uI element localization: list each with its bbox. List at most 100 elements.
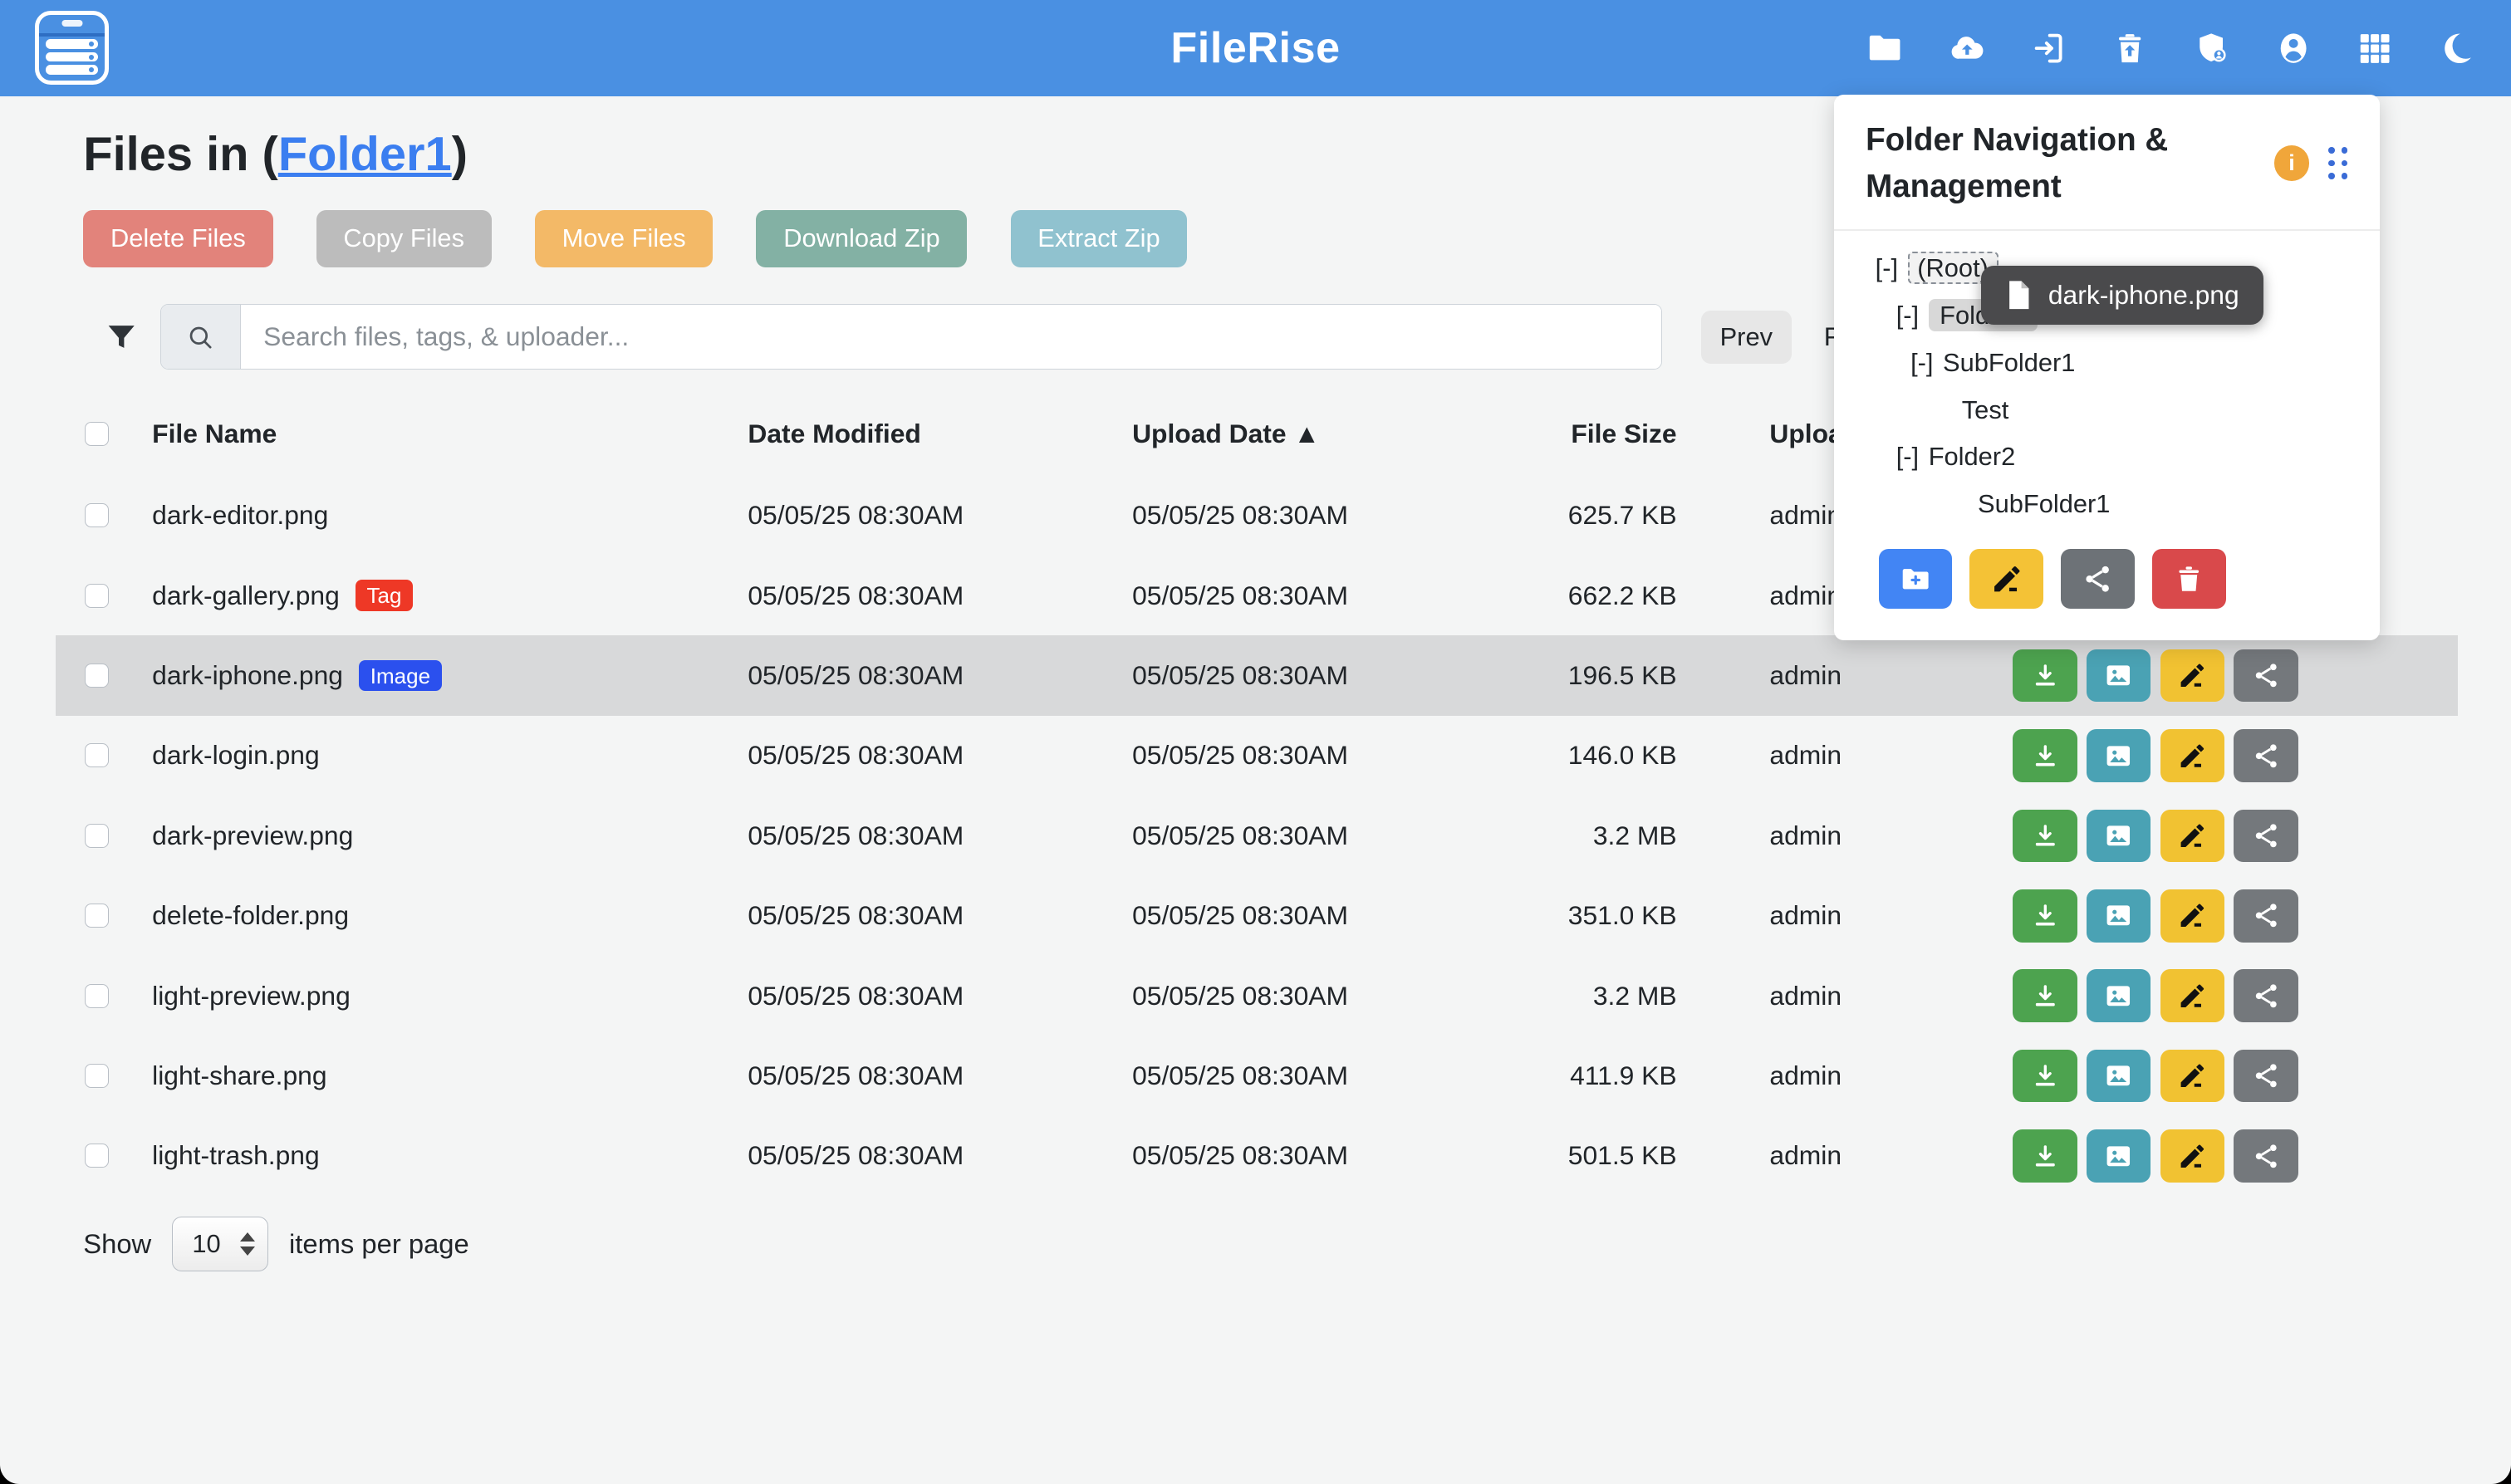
table-row[interactable]: light-share.png 05/05/25 08:30AM 05/05/2… xyxy=(56,1036,2458,1115)
search-input[interactable] xyxy=(241,305,1661,369)
table-row-selected[interactable]: dark-iphone.pngImage 05/05/25 08:30AM 05… xyxy=(56,635,2458,715)
download-button[interactable] xyxy=(2013,810,2077,863)
tree-label[interactable]: Folder2 xyxy=(1929,442,2016,471)
download-button[interactable] xyxy=(2013,649,2077,703)
table-row[interactable]: light-trash.png 05/05/25 08:30AM 05/05/2… xyxy=(56,1116,2458,1196)
preview-image-button[interactable] xyxy=(2087,810,2151,863)
tree-item-test[interactable]: Test xyxy=(1866,387,2347,434)
row-checkbox[interactable] xyxy=(85,743,109,767)
preview-image-button[interactable] xyxy=(2087,729,2151,782)
search-input-group xyxy=(160,304,1662,370)
rename-button[interactable] xyxy=(2160,649,2224,703)
table-row[interactable]: dark-preview.png 05/05/25 08:30AM 05/05/… xyxy=(56,796,2458,875)
download-button[interactable] xyxy=(2013,969,2077,1022)
tree-toggle[interactable]: [-] xyxy=(1896,301,1919,330)
cloud-upload-icon[interactable] xyxy=(1948,29,1986,67)
user-icon[interactable] xyxy=(2274,29,2312,67)
table-row[interactable]: dark-login.png 05/05/25 08:30AM 05/05/25… xyxy=(56,716,2458,796)
tree-item-subfolder1-2[interactable]: SubFolder1 xyxy=(1866,481,2347,528)
share-button[interactable] xyxy=(2234,810,2298,863)
logo-bar xyxy=(46,52,98,62)
rename-button[interactable] xyxy=(2160,889,2224,943)
rename-button[interactable] xyxy=(2160,729,2224,782)
tree-label[interactable]: SubFolder1 xyxy=(1943,348,2075,377)
preview-image-button[interactable] xyxy=(2087,1050,2151,1103)
row-checkbox[interactable] xyxy=(85,984,109,1008)
logo-slot xyxy=(61,20,82,27)
date-modified: 05/05/25 08:30AM xyxy=(748,1140,1132,1171)
dark-mode-moon-icon[interactable] xyxy=(2437,29,2475,67)
row-checkbox[interactable] xyxy=(85,904,109,928)
sign-in-icon[interactable] xyxy=(2029,29,2067,67)
folder-icon[interactable] xyxy=(1866,29,1904,67)
share-button[interactable] xyxy=(2234,969,2298,1022)
rename-button[interactable] xyxy=(2160,1129,2224,1183)
share-button[interactable] xyxy=(2234,729,2298,782)
row-checkbox[interactable] xyxy=(85,1064,109,1088)
filerise-logo-menu-button[interactable] xyxy=(35,11,109,85)
share-button[interactable] xyxy=(2234,649,2298,703)
tree-item-subfolder1[interactable]: [-] SubFolder1 xyxy=(1866,340,2347,387)
filter-funnel-icon[interactable] xyxy=(104,320,139,355)
table-row[interactable]: delete-folder.png 05/05/25 08:30AM 05/05… xyxy=(56,876,2458,956)
table-row[interactable]: light-preview.png 05/05/25 08:30AM 05/05… xyxy=(56,956,2458,1036)
copy-files-button[interactable]: Copy Files xyxy=(316,210,492,267)
row-checkbox[interactable] xyxy=(85,664,109,688)
share-button[interactable] xyxy=(2234,1050,2298,1103)
preview-image-button[interactable] xyxy=(2087,889,2151,943)
grid-icon[interactable] xyxy=(2356,29,2394,67)
items-per-page-select[interactable]: 10 xyxy=(172,1217,268,1271)
tree-toggle[interactable]: [-] xyxy=(1910,348,1933,377)
prev-page-button[interactable]: Prev xyxy=(1701,311,1793,364)
rename-folder-button[interactable] xyxy=(1969,549,2043,608)
column-header-file-size[interactable]: File Size xyxy=(1517,419,1677,449)
info-icon[interactable]: i xyxy=(2274,145,2309,180)
download-button[interactable] xyxy=(2013,889,2077,943)
column-header-file-name[interactable]: File Name xyxy=(152,419,748,449)
download-button[interactable] xyxy=(2013,1129,2077,1183)
tree-toggle[interactable]: [-] xyxy=(1876,253,1898,282)
row-checkbox[interactable] xyxy=(85,1144,109,1168)
download-button[interactable] xyxy=(2013,729,2077,782)
file-name: light-trash.png xyxy=(152,1140,320,1171)
current-folder-link[interactable]: Folder1 xyxy=(278,128,452,181)
share-button[interactable] xyxy=(2234,889,2298,943)
row-checkbox[interactable] xyxy=(85,824,109,848)
move-files-button[interactable]: Move Files xyxy=(535,210,714,267)
share-button[interactable] xyxy=(2234,1129,2298,1183)
column-header-date-modified[interactable]: Date Modified xyxy=(748,419,1132,449)
upload-date: 05/05/25 08:30AM xyxy=(1132,740,1517,771)
select-all-checkbox[interactable] xyxy=(85,422,109,446)
download-button[interactable] xyxy=(2013,1050,2077,1103)
column-header-upload-date[interactable]: Upload Date ▲ xyxy=(1132,419,1517,449)
preview-image-button[interactable] xyxy=(2087,1129,2151,1183)
date-modified: 05/05/25 08:30AM xyxy=(748,900,1132,931)
tree-toggle[interactable]: [-] xyxy=(1896,442,1919,471)
download-zip-button[interactable]: Download Zip xyxy=(756,210,967,267)
trash-restore-icon[interactable] xyxy=(2111,29,2149,67)
delete-folder-button[interactable] xyxy=(2152,549,2226,608)
shield-user-icon[interactable] xyxy=(2192,29,2230,67)
share-folder-button[interactable] xyxy=(2061,549,2135,608)
rename-button[interactable] xyxy=(2160,1050,2224,1103)
tree-item-folder2[interactable]: [-] Folder2 xyxy=(1866,433,2347,481)
rename-button[interactable] xyxy=(2160,810,2224,863)
tree-label[interactable]: SubFolder1 xyxy=(1978,489,2110,518)
file-size: 146.0 KB xyxy=(1517,740,1677,771)
row-actions xyxy=(2013,1050,2458,1103)
row-actions xyxy=(2013,1129,2458,1183)
preview-image-button[interactable] xyxy=(2087,649,2151,703)
create-folder-button[interactable] xyxy=(1879,549,1953,608)
preview-image-button[interactable] xyxy=(2087,969,2151,1022)
delete-files-button[interactable]: Delete Files xyxy=(83,210,272,267)
logo-bar xyxy=(46,65,98,75)
row-checkbox[interactable] xyxy=(85,503,109,527)
row-checkbox[interactable] xyxy=(85,584,109,608)
file-size: 351.0 KB xyxy=(1517,900,1677,931)
extract-zip-button[interactable]: Extract Zip xyxy=(1011,210,1188,267)
drag-handle-icon[interactable] xyxy=(2328,147,2347,179)
header-icon-bar xyxy=(1866,29,2475,67)
tree-label[interactable]: Test xyxy=(1962,395,2009,424)
panel-divider xyxy=(1834,229,2380,231)
rename-button[interactable] xyxy=(2160,969,2224,1022)
